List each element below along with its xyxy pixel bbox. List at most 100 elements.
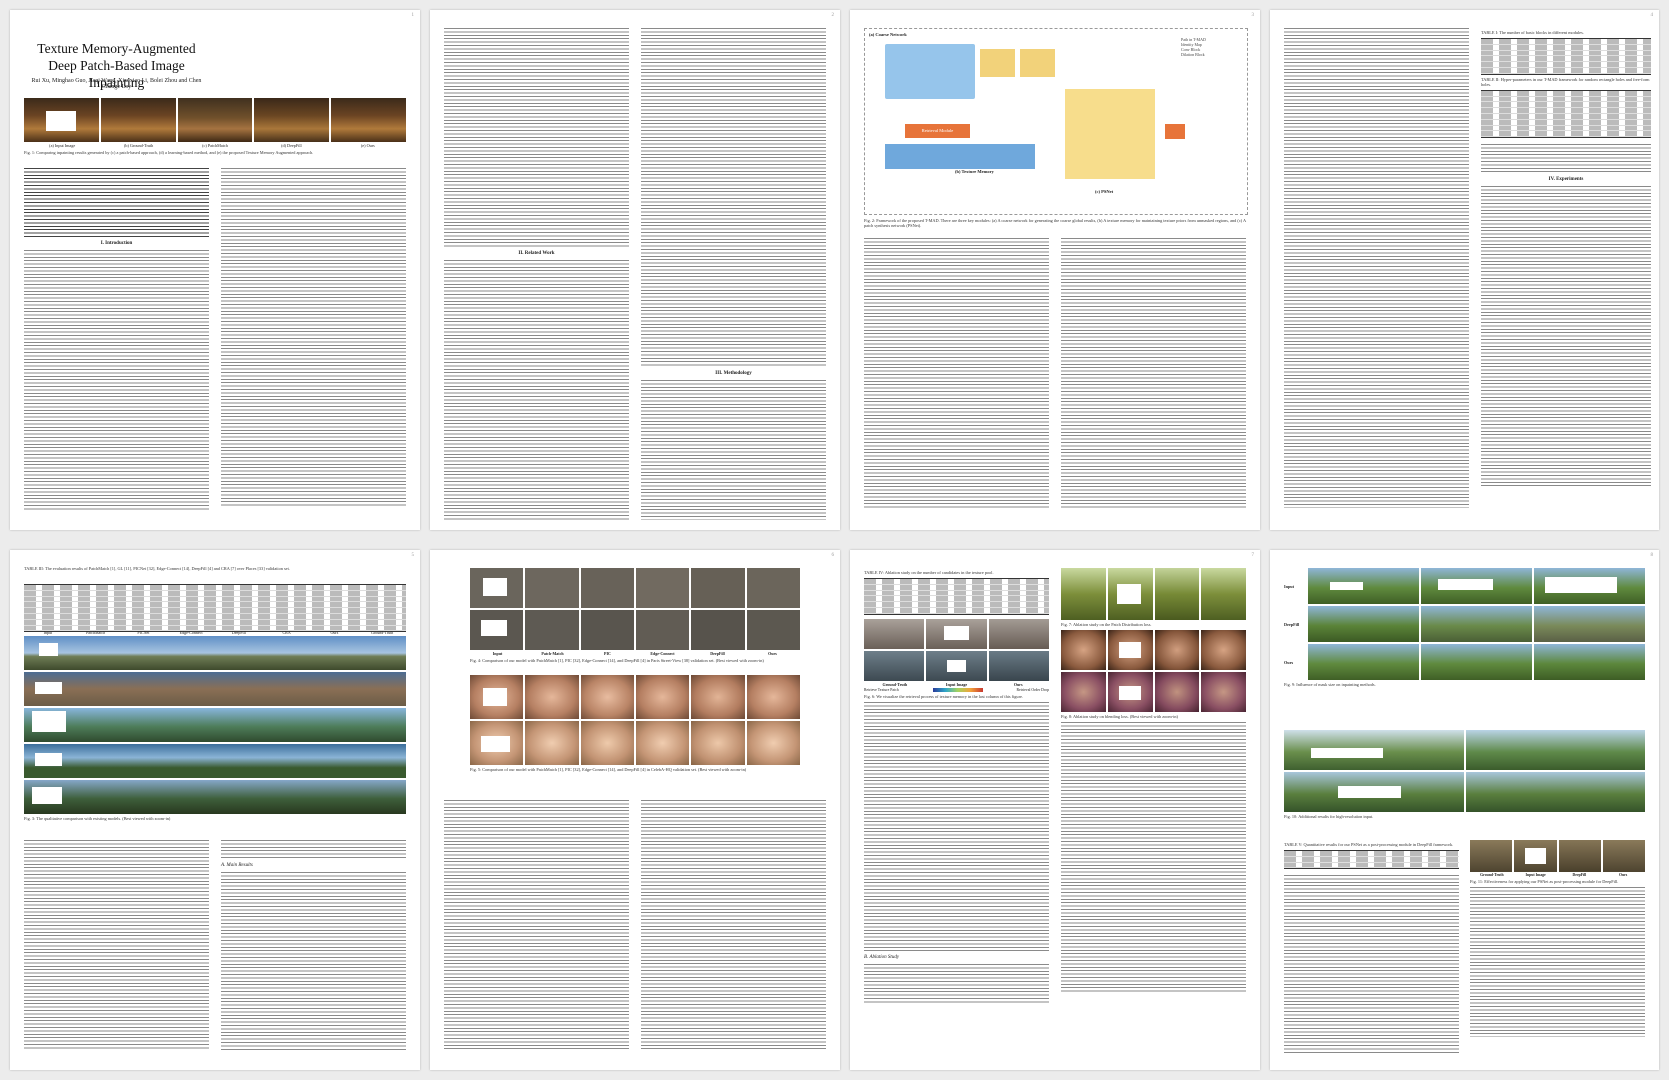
page7-right-column: Fig. 7: Ablation study on the Patch Dist… <box>1061 568 1246 992</box>
figure-2-framework: (a) Coarse Network (b) Texture Memory (c… <box>864 28 1248 215</box>
heading-related-work: II. Related Work <box>518 251 555 256</box>
figure-9: Input DeepFill Ours Fig. 9: Influence of… <box>1284 568 1645 690</box>
texture-memory-patches <box>885 144 1035 169</box>
fig11-gt <box>1470 840 1513 872</box>
fig3-row-landscape <box>24 636 406 670</box>
fig5-edgeconnect-1 <box>635 675 690 719</box>
fig3-label-gt: Ground-Truth <box>370 630 394 635</box>
fig6-legend: Retrieve Texture Patch Retrieval Order D… <box>864 687 1049 692</box>
fig4-deepfill-2 <box>691 610 745 650</box>
fig5-ours-1 <box>746 675 800 719</box>
paper-authors: Rui Xu, Minghao Guo, Jiaqi Wang, Xiaoxia… <box>31 78 202 90</box>
fig8-with-blend <box>1201 630 1246 670</box>
page1-right-column <box>221 168 406 508</box>
retrieval-module: Retrieval Module <box>905 124 970 138</box>
fig10-output-2 <box>1465 772 1645 812</box>
fig6-label-input: Input Image <box>945 681 968 687</box>
fig4-patchmatch-1 <box>525 568 579 608</box>
page-8: 8 Input DeepFill Ours Fig. 9: Influence … <box>1270 550 1659 1070</box>
fig1-ground-truth-image <box>100 98 176 142</box>
figure-8 <box>1061 630 1246 670</box>
fig5-edgeconnect-2 <box>635 721 690 765</box>
fig5-input-2 <box>470 721 524 765</box>
fig4-edgeconnect-2 <box>635 610 690 650</box>
fig6-caption: Fig. 6: We visualize the retrieval proce… <box>864 693 1023 699</box>
heading-introduction: I. Introduction <box>100 241 133 246</box>
fig6-label-ours: Ours <box>1013 681 1023 687</box>
fig4-deepfill-1 <box>691 568 745 608</box>
fig5-patchmatch-2 <box>525 721 579 765</box>
fig8-input <box>1107 630 1153 670</box>
fig5-patchmatch-1 <box>525 675 579 719</box>
fig9-ours-2 <box>1421 644 1532 680</box>
fig4-pic-2 <box>580 610 634 650</box>
fig4-input-1 <box>470 568 524 608</box>
fig8-caption: Fig. 8: Ablation study on blending loss.… <box>1061 714 1178 719</box>
fig1-label-input: (a) Input Image <box>49 143 76 148</box>
fig4-ours-1 <box>746 568 800 608</box>
figure-11 <box>1470 840 1645 872</box>
fig10-caption: Fig. 10: Additional results for high-res… <box>1284 814 1374 819</box>
fig4-edgeconnect-1 <box>635 568 690 608</box>
fig3-row-building <box>24 672 406 706</box>
page5-right-column: A. Main Results <box>221 840 406 1052</box>
figure-1: (a) Input Image (b) Ground-Truth (c) Pat… <box>24 98 406 158</box>
fig2-legend: Path in T-MAD Identity Map Conv Block Di… <box>1181 37 1241 57</box>
fig7-without-loss <box>1154 568 1200 620</box>
fig9-deepfill-1 <box>1308 606 1419 642</box>
page-5: 5 TABLE III: The evaluation results of P… <box>10 550 420 1070</box>
fig5-deepfill-2 <box>691 721 745 765</box>
table4-caption: TABLE IV: Ablation study on the number o… <box>864 570 994 575</box>
fig4-patchmatch-2 <box>525 610 579 650</box>
page-4: 4 TABLE I: The number of basic blocks in… <box>1270 10 1659 530</box>
fig11-caption: Fig. 11: Effectiveness for applying our … <box>1470 879 1619 884</box>
page-number: 5 <box>411 553 415 558</box>
fig3-label-ours: Ours <box>330 630 339 635</box>
table2-caption: TABLE II: Hyper-parameters in our T-MAD … <box>1481 76 1650 87</box>
fig6-legend-order: Retrieval Order Drop <box>1016 687 1049 692</box>
fig8-row2-input <box>1107 672 1153 712</box>
fig9-input-2 <box>1421 568 1532 604</box>
figure-4: Input Patch-Match PIC Edge-Connect DeepF… <box>470 568 800 666</box>
fig6-row2-input <box>926 650 987 681</box>
fig6-ground-truth <box>864 618 925 649</box>
fig4-label-patchmatch: Patch-Match <box>541 651 564 656</box>
fig8-row2-gt <box>1061 672 1106 712</box>
fig1-input-image <box>24 98 99 142</box>
table-3 <box>24 584 406 633</box>
page3-left-column <box>864 238 1049 508</box>
page-3: 3 (a) Coarse Network (b) Texture Memory … <box>850 10 1260 530</box>
fig10-input-2 <box>1284 772 1464 812</box>
fig3-label-input: Input <box>43 630 53 635</box>
fig2-coarse-network-label: (a) Coarse Network <box>869 32 907 37</box>
conv-block-2 <box>1020 49 1055 77</box>
page-2: 2 II. Related Work III. Methodology <box>430 10 840 530</box>
fig9-label-ours: Ours <box>1284 659 1294 665</box>
page6-right-column <box>641 800 826 1050</box>
fig3-label-patchmatch: PatchMatch <box>86 630 106 635</box>
figure-7 <box>1061 568 1246 620</box>
table-4 <box>864 578 1049 615</box>
fig8-row2-with <box>1201 672 1246 712</box>
fig3-label-picnet: PICNet <box>137 630 150 635</box>
fig3-label-deepfill: DeepFill <box>231 630 246 635</box>
fig5-ours-2 <box>746 721 800 765</box>
heading-methodology: III. Methodology <box>715 371 752 376</box>
page-number: 8 <box>1650 553 1654 558</box>
fig5-pic-1 <box>580 675 634 719</box>
heading-main-results: A. Main Results <box>221 863 253 868</box>
fig8-row2-without <box>1154 672 1200 712</box>
fig4-label-ours: Ours <box>768 651 777 656</box>
page-number: 2 <box>831 13 835 18</box>
fig6-legend-retrieve: Retrieve Texture Patch <box>864 687 899 692</box>
table-1 <box>1481 38 1651 75</box>
table-5 <box>1284 850 1459 870</box>
paper-thumbnail-grid: 1 Texture Memory-Augmented Deep Patch-Ba… <box>0 0 1669 1080</box>
page1-left-column: I. Introduction <box>24 168 209 510</box>
retrieval-order-colorbar <box>932 687 983 692</box>
fig11-input <box>1514 840 1557 872</box>
fig11-label-ours: Ours <box>1619 873 1628 877</box>
fig4-caption: Fig. 4: Comparison of our model with Pat… <box>470 658 764 663</box>
fig4-label-input: Input <box>492 651 503 656</box>
page4-left-column <box>1284 28 1469 508</box>
